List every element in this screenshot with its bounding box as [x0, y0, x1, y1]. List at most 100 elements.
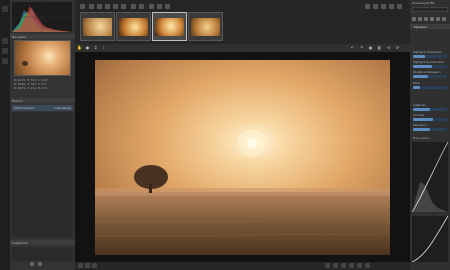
- toolbar-icon[interactable]: [381, 4, 386, 9]
- saturation-slider[interactable]: [413, 128, 447, 131]
- left-panel: Navigator R: 43.1% H: 18.3 L: 41.8 G: 38…: [10, 0, 75, 270]
- info-icon[interactable]: [149, 4, 154, 9]
- right-tool-panel: Processing Profile Exposure Highlight co…: [410, 0, 450, 270]
- filmstrip-thumb[interactable]: [80, 12, 115, 41]
- star-filter-icon[interactable]: [113, 4, 118, 9]
- zoom-out-icon[interactable]: [157, 4, 162, 9]
- thumb-image: [83, 18, 112, 36]
- rotate-right-icon[interactable]: ⟳: [395, 45, 400, 50]
- slider-fill: [413, 75, 429, 78]
- tone-curve-2[interactable]: [412, 216, 448, 262]
- profile-selector[interactable]: [412, 7, 448, 12]
- left-icon-strip: [0, 0, 10, 270]
- white-balance-picker-icon[interactable]: ●: [85, 45, 90, 50]
- slider-fill: [413, 128, 430, 131]
- snapshots-list: [12, 247, 73, 261]
- exposure-tab-icon[interactable]: [412, 17, 416, 21]
- transform-tab-icon[interactable]: [436, 17, 440, 21]
- editor-toolbar: ✋ ● ⌗ ∕ ↶ ↷ ▣ ◧ ⟲ ⟳: [75, 44, 410, 52]
- shadow-compression-slider[interactable]: [413, 75, 447, 78]
- slider-label-contrast: Contrast: [413, 114, 425, 117]
- snapshot-icon[interactable]: ▣: [368, 45, 373, 50]
- before-after-icon[interactable]: ◧: [377, 45, 382, 50]
- color-wheel-icon[interactable]: [2, 48, 8, 54]
- remove-snapshot-icon[interactable]: [38, 262, 42, 266]
- filmstrip-thumb[interactable]: [116, 12, 151, 41]
- history-list: [12, 112, 73, 237]
- slider-label-lightness: Lightness: [413, 104, 426, 107]
- info-row-2: G: 38.6% S: 56.2 A: 5.7: [14, 83, 46, 86]
- processing-profile-title: Processing Profile: [412, 2, 435, 5]
- filter-icon[interactable]: [80, 4, 85, 9]
- filmstrip: [75, 0, 410, 44]
- raw-tab-icon[interactable]: [442, 17, 446, 21]
- undo-icon[interactable]: ↶: [350, 45, 355, 50]
- main-photo[interactable]: [95, 60, 390, 255]
- highlight-reconstruction-slider[interactable]: [413, 65, 447, 68]
- detail-tab-icon[interactable]: [418, 17, 422, 21]
- star-filter-icon[interactable]: [105, 4, 110, 9]
- slider-label-shadow-compression: Shadow compression: [413, 71, 441, 74]
- filmstrip-thumb-selected[interactable]: [152, 12, 187, 41]
- crop-tool-icon[interactable]: ⌗: [93, 45, 98, 50]
- external-editor-icon[interactable]: [92, 263, 97, 268]
- tone-curve-1[interactable]: [412, 142, 448, 212]
- toolbar-icon[interactable]: [373, 4, 378, 9]
- filmstrip-thumb[interactable]: [188, 12, 223, 41]
- straighten-tool-icon[interactable]: ∕: [101, 45, 106, 50]
- slider-fill: [413, 86, 420, 89]
- foggy-sunrise-image: [95, 60, 390, 255]
- thumb-image: [119, 18, 148, 36]
- detail-window-icon[interactable]: [357, 263, 362, 268]
- edited-filter-icon[interactable]: [139, 4, 144, 9]
- slider-label-saturation: Saturation: [413, 124, 427, 127]
- save-icon[interactable]: [78, 263, 83, 268]
- slider-fill: [413, 55, 425, 58]
- highlight-compression-slider[interactable]: [413, 55, 447, 58]
- slider-fill: [413, 108, 430, 111]
- zoom-in-icon[interactable]: [165, 4, 170, 9]
- snapshots-title: Snapshots: [12, 241, 28, 245]
- slider-label-highlight-reconstruction: Highlight reconstruction: [413, 61, 445, 64]
- queue-tab-icon[interactable]: [2, 38, 8, 44]
- status-bar: [75, 262, 410, 270]
- history-section-header[interactable]: History: [10, 98, 75, 103]
- advanced-tab-icon[interactable]: [430, 17, 434, 21]
- redo-icon[interactable]: ↷: [359, 45, 364, 50]
- tone-curve-label: Tone curve 1: [413, 137, 430, 140]
- zoom-100-icon[interactable]: [333, 263, 338, 268]
- contrast-slider[interactable]: [413, 118, 447, 121]
- hand-tool-icon[interactable]: ✋: [77, 45, 82, 50]
- navigator-section-header[interactable]: Navigator: [10, 34, 75, 39]
- navigator-tree-shape: [22, 61, 28, 66]
- zoom-out-icon[interactable]: [349, 263, 354, 268]
- zoom-in-icon[interactable]: [341, 263, 346, 268]
- histogram: [12, 2, 72, 32]
- fullscreen-icon[interactable]: [365, 263, 370, 268]
- exposure-section-header[interactable]: Exposure: [410, 24, 450, 29]
- snapshots-section-header[interactable]: Snapshots: [10, 240, 75, 245]
- lightness-slider[interactable]: [413, 108, 447, 111]
- rotate-left-icon[interactable]: ⟲: [386, 45, 391, 50]
- toolbar-icon[interactable]: [389, 4, 394, 9]
- color-label-icon[interactable]: [131, 4, 136, 9]
- zoom-fit-icon[interactable]: [325, 263, 330, 268]
- color-tab-icon[interactable]: [424, 17, 428, 21]
- exposure-title: Exposure: [414, 25, 427, 29]
- toolbar-icon[interactable]: [365, 4, 370, 9]
- star-filter-icon[interactable]: [89, 4, 94, 9]
- toolbar-icon[interactable]: [397, 4, 402, 9]
- black-slider[interactable]: [413, 86, 447, 89]
- editor-tab-icon[interactable]: [2, 6, 8, 12]
- star-filter-icon[interactable]: [121, 4, 126, 9]
- queue-icon[interactable]: [85, 263, 90, 268]
- slider-fill: [413, 65, 432, 68]
- info-row-1: R: 43.1% H: 18.3 L: 41.8: [14, 79, 48, 82]
- slider-label-highlight-compression: Highlight compression: [413, 51, 442, 54]
- add-snapshot-icon[interactable]: [30, 262, 34, 266]
- star-filter-icon[interactable]: [97, 4, 102, 9]
- history-item[interactable]: Photo loaded Last Saved: [12, 105, 73, 111]
- navigator-preview[interactable]: [14, 40, 71, 76]
- history-item-state: Last Saved: [54, 106, 71, 110]
- editor-mode-icon[interactable]: [2, 58, 8, 64]
